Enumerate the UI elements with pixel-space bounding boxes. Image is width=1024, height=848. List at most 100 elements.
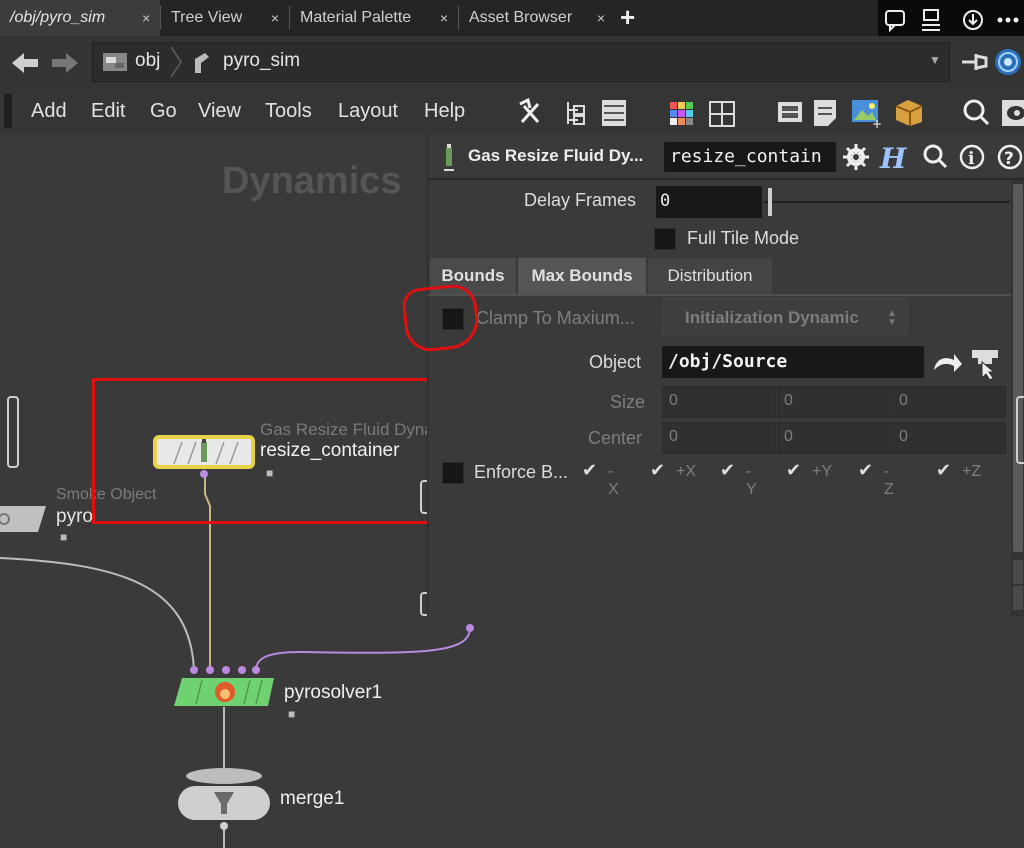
back-arrow-icon[interactable] (12, 53, 38, 73)
package-icon[interactable] (895, 100, 923, 126)
menu-edit[interactable]: Edit (91, 88, 125, 134)
size-x-value: 0 (669, 392, 678, 409)
close-icon[interactable]: × (440, 10, 448, 26)
add-tab-button[interactable]: + (620, 2, 635, 33)
path-right-icons (962, 49, 1021, 75)
smoke-node[interactable] (0, 504, 50, 534)
scrollbar-thumb[interactable] (1013, 184, 1023, 552)
axis-plus-z-toggle[interactable]: ✔ +Z (936, 460, 981, 486)
full-tile-mode-checkbox[interactable] (654, 228, 676, 250)
link-pane-icon[interactable] (995, 49, 1021, 75)
tab-divider (428, 294, 1024, 296)
help-h-icon[interactable]: H (879, 142, 908, 174)
delay-frames-value: 0 (660, 191, 671, 211)
more-icon[interactable] (997, 17, 1019, 23)
delay-frames-label: Delay Frames (524, 190, 637, 210)
merge-node[interactable] (174, 764, 274, 848)
tree-icon[interactable] (567, 102, 585, 125)
enforce-bounds-checkbox[interactable] (442, 462, 464, 484)
center-z-field[interactable]: 0 (892, 422, 1006, 454)
pane-grip[interactable] (4, 94, 12, 128)
download-icon[interactable] (963, 10, 983, 30)
menu-go[interactable]: Go (150, 88, 177, 134)
axis-minus-x-toggle[interactable]: ✔ -X (582, 460, 619, 498)
lock-icon: ■ (60, 530, 68, 544)
annotation-circle (400, 282, 482, 354)
enforce-bounds-label: Enforce B... (474, 462, 569, 482)
close-icon[interactable]: × (142, 10, 150, 26)
svg-text:+: + (872, 117, 882, 128)
dop-network-icon (195, 53, 209, 73)
parameter-panel: Gas Resize Fluid Dy... resize_contain H … (400, 134, 1024, 616)
pin-icon[interactable] (962, 54, 988, 70)
size-x-field[interactable]: 0 (662, 386, 776, 418)
path-segment-obj[interactable]: obj (135, 50, 160, 72)
solver-node[interactable] (170, 662, 282, 712)
delay-frames-slider[interactable] (764, 186, 1012, 218)
forward-arrow-icon[interactable] (52, 53, 78, 73)
toolbar-icons: + (519, 97, 1024, 128)
axis-plus-y-toggle[interactable]: ✔ +Y (786, 460, 832, 486)
menu-help[interactable]: Help (424, 88, 465, 134)
color-grid-icon[interactable] (670, 102, 693, 125)
tab-label: Material Palette (300, 9, 412, 26)
question-icon[interactable]: ? (997, 144, 1023, 170)
lock-icon: ■ (288, 707, 296, 721)
tab-tree-view[interactable]: Tree View × (161, 0, 289, 36)
image-add-icon[interactable]: + (852, 100, 882, 128)
gas-node-icon (444, 144, 454, 171)
parameter-header: Gas Resize Fluid Dy... resize_contain H … (428, 134, 1024, 178)
gear-icon[interactable] (843, 144, 869, 170)
tab-asset-browser[interactable]: Asset Browser × (459, 0, 615, 36)
menu-view[interactable]: View (198, 88, 241, 134)
search-icon[interactable] (963, 99, 990, 126)
layout-icon[interactable] (922, 9, 940, 31)
center-y-field[interactable]: 0 (777, 422, 891, 454)
object-path-field[interactable]: /obj/Source (662, 346, 924, 378)
path-field[interactable]: obj pyro_sim ▼ (92, 42, 950, 82)
axis-label: -Y (746, 463, 757, 498)
path-dropdown-icon[interactable]: ▼ (929, 53, 941, 67)
scroll-up-button[interactable] (1013, 560, 1023, 584)
svg-text:i: i (968, 149, 975, 169)
axis-plus-x-toggle[interactable]: ✔ +X (650, 460, 696, 486)
tab-material-palette[interactable]: Material Palette × (290, 0, 458, 36)
check-icon: ✔ (786, 460, 802, 480)
size-y-field[interactable]: 0 (777, 386, 891, 418)
size-z-field[interactable]: 0 (892, 386, 1006, 418)
node-chooser-icon[interactable] (972, 350, 998, 380)
jump-arrow-icon[interactable] (934, 354, 962, 372)
axis-minus-y-toggle[interactable]: ✔ -Y (720, 460, 757, 498)
right-pane-handle[interactable] (1016, 396, 1024, 464)
center-x-field[interactable]: 0 (662, 422, 776, 454)
close-icon[interactable]: × (271, 10, 279, 26)
axis-minus-z-toggle[interactable]: ✔ -Z (858, 460, 894, 498)
info-icon[interactable]: i (959, 144, 985, 170)
network-box-icon[interactable] (778, 102, 802, 122)
scroll-down-button[interactable] (1013, 586, 1023, 610)
tools-icon[interactable] (519, 97, 540, 123)
search-icon[interactable] (923, 144, 948, 169)
comment-icon[interactable] (885, 10, 905, 33)
menu-tools[interactable]: Tools (265, 88, 312, 134)
tab-label: Tree View (171, 9, 243, 26)
initialization-value: Initialization Dynamic (685, 308, 859, 327)
path-segment-pyro-sim[interactable]: pyro_sim (223, 50, 300, 72)
grid-view-icon[interactable] (709, 101, 735, 127)
axis-label: -X (608, 463, 619, 498)
initialization-dropdown[interactable]: Initialization Dynamic ▲ ▼ (662, 298, 908, 336)
close-icon[interactable]: × (597, 10, 605, 26)
tab-pyro-sim[interactable]: /obj/pyro_sim × (0, 0, 160, 36)
tab-label: /obj/pyro_sim (10, 9, 106, 26)
tab-max-bounds[interactable]: Max Bounds (518, 258, 646, 294)
tab-distribution[interactable]: Distribution (648, 258, 772, 294)
node-name-field[interactable]: resize_contain (664, 142, 836, 172)
list-icon[interactable] (602, 100, 626, 126)
menu-layout[interactable]: Layout (338, 88, 398, 134)
menu-add[interactable]: Add (31, 88, 67, 134)
check-icon: ✔ (720, 460, 736, 480)
delay-frames-field[interactable]: 0 (656, 186, 762, 218)
eye-icon[interactable] (1002, 100, 1024, 126)
object-path-value: /obj/Source (668, 351, 788, 372)
sticky-note-icon[interactable] (814, 100, 836, 126)
